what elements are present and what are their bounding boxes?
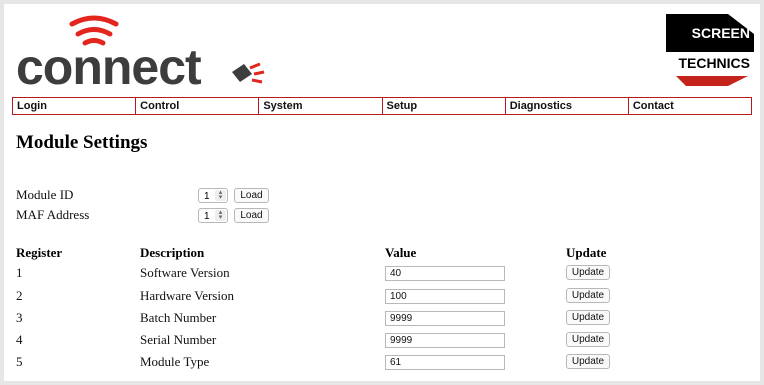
header-update: Update: [566, 245, 607, 260]
module-id-label: Module ID: [16, 187, 74, 202]
row-register: 3: [16, 310, 23, 325]
nav-login[interactable]: Login: [13, 98, 137, 114]
nav-control[interactable]: Control: [136, 98, 260, 114]
maf-address-value: 1: [204, 211, 210, 222]
row-value-input[interactable]: 40: [385, 266, 505, 281]
nav-contact[interactable]: Contact: [629, 98, 751, 114]
screen-technics-logo: SCREEN TECHNICS: [666, 14, 754, 86]
row-register: 4: [16, 332, 23, 347]
row-update-button[interactable]: Update: [566, 288, 610, 303]
row-register: 5: [16, 354, 23, 369]
plug-icon: [232, 62, 265, 84]
spinner-arrows-icon: ▴ ▾: [215, 209, 226, 221]
row-update-button[interactable]: Update: [566, 310, 610, 325]
row-value-input[interactable]: 9999: [385, 333, 505, 348]
row-update-button[interactable]: Update: [566, 354, 610, 369]
logo-wordmark: connect: [16, 39, 202, 94]
row-register: 1: [16, 265, 23, 280]
module-id-value: 1: [204, 191, 210, 202]
row-value-input[interactable]: 100: [385, 289, 505, 304]
maf-address-label: MAF Address: [16, 207, 90, 222]
page: connect SCREEN TECHNICS Login Control Sy…: [4, 4, 760, 381]
row-update-button[interactable]: Update: [566, 332, 610, 347]
page-title: Module Settings: [16, 132, 148, 153]
brand-line-2: TECHNICS: [678, 55, 750, 71]
row-description: Software Version: [140, 265, 230, 280]
brand-line-1: SCREEN: [692, 25, 750, 41]
module-id-stepper[interactable]: 1 ▴ ▾: [198, 188, 228, 203]
row-description: Module Type: [140, 354, 210, 369]
header-value: Value: [385, 245, 417, 260]
nav-setup[interactable]: Setup: [383, 98, 506, 114]
nav-system[interactable]: System: [259, 98, 383, 114]
row-description: Batch Number: [140, 310, 217, 325]
module-id-load-button[interactable]: Load: [234, 188, 269, 203]
maf-address-load-button[interactable]: Load: [234, 208, 269, 223]
row-update-button[interactable]: Update: [566, 265, 610, 280]
row-register: 2: [16, 288, 23, 303]
nav-diagnostics[interactable]: Diagnostics: [506, 98, 629, 114]
connect-logo: connect: [16, 15, 265, 94]
row-description: Hardware Version: [140, 288, 234, 303]
main-nav: Login Control System Setup Diagnostics C…: [12, 97, 752, 115]
row-value-input[interactable]: 9999: [385, 311, 505, 326]
row-value-input[interactable]: 61: [385, 355, 505, 370]
maf-address-stepper[interactable]: 1 ▴ ▾: [198, 208, 228, 223]
row-description: Serial Number: [140, 332, 217, 347]
spinner-arrows-icon: ▴ ▾: [215, 189, 226, 201]
header-register: Register: [16, 245, 63, 260]
header-description: Description: [140, 245, 205, 260]
